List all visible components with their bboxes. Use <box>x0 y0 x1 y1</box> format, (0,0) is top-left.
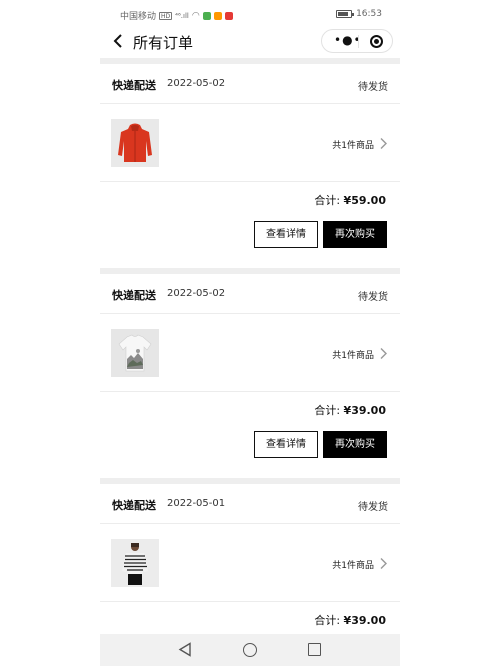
delivery-method: 快递配送 <box>112 499 156 512</box>
home-circle-icon[interactable] <box>243 643 257 657</box>
battery-icon <box>336 10 355 18</box>
white-tshirt-image <box>111 329 159 377</box>
item-count: 共1件商品 <box>332 141 374 151</box>
order-header: 快递配送 2022-05-02 待发货 <box>100 274 400 314</box>
hd-badge: HD <box>159 11 173 20</box>
app-screen: 中国移动 HD ⁴⁶.ıll ◠ 16:53 所有订单 •●• 快递配送 202… <box>100 0 400 666</box>
page-title: 所有订单 <box>133 34 194 52</box>
order-header: 快递配送 2022-05-01 待发货 <box>100 484 400 524</box>
carrier-label: 中国移动 <box>120 12 157 22</box>
total-label: 合计: <box>314 614 341 627</box>
total-label: 合计: <box>314 404 341 417</box>
order-status: 待发货 <box>358 82 388 93</box>
notification-app-icon <box>202 11 211 20</box>
notification-app-icon <box>224 11 233 20</box>
product-thumbnail[interactable] <box>111 539 159 587</box>
delivery-method: 快递配送 <box>112 79 156 92</box>
product-thumbnail[interactable] <box>111 329 159 377</box>
total-amount: ¥59.00 <box>343 194 386 207</box>
order-goods-row[interactable]: 共1件商品 <box>100 104 400 182</box>
item-count: 共1件商品 <box>332 351 374 361</box>
clock: 16:53 <box>356 9 382 19</box>
order-date: 2022-05-02 <box>167 78 226 89</box>
product-thumbnail[interactable] <box>111 119 159 167</box>
order-header: 快递配送 2022-05-02 待发货 <box>100 64 400 104</box>
capsule-divider <box>358 35 359 48</box>
mini-program-capsule: •●• <box>321 29 393 53</box>
triangle-back-icon[interactable] <box>178 642 192 657</box>
order-card: 快递配送 2022-05-02 待发货 共1件商品 合计: ¥59.00 查看详… <box>100 64 400 268</box>
chevron-right-icon <box>380 348 387 359</box>
order-total: 合计: ¥39.00 <box>314 402 386 418</box>
order-goods-row[interactable]: 共1件商品 <box>100 314 400 392</box>
view-details-button[interactable]: 查看详情 <box>254 431 318 458</box>
buy-again-button[interactable]: 再次购买 <box>323 431 387 458</box>
navigation-bar: 所有订单 •●• <box>100 26 400 58</box>
total-amount: ¥39.00 <box>343 404 386 417</box>
total-label: 合计: <box>314 194 341 207</box>
order-status: 待发货 <box>358 292 388 303</box>
target-circle-icon[interactable] <box>370 35 383 48</box>
wifi-icon: ◠ <box>191 10 200 21</box>
order-date: 2022-05-01 <box>167 498 226 509</box>
order-total: 合计: ¥59.00 <box>314 192 386 208</box>
delivery-method: 快递配送 <box>112 289 156 302</box>
chevron-right-icon <box>380 138 387 149</box>
chevron-left-icon[interactable] <box>110 32 128 50</box>
total-amount: ¥39.00 <box>343 614 386 627</box>
notification-app-icon <box>213 11 222 20</box>
recent-apps-square-icon[interactable] <box>308 643 321 656</box>
system-navigation-bar <box>100 634 400 666</box>
striped-top-image <box>111 539 159 587</box>
item-count: 共1件商品 <box>332 561 374 571</box>
red-jacket-image <box>111 119 159 167</box>
order-total: 合计: ¥39.00 <box>314 612 386 628</box>
signal-icon: ⁴⁶.ıll <box>175 11 189 20</box>
view-details-button[interactable]: 查看详情 <box>254 221 318 248</box>
order-goods-row[interactable]: 共1件商品 <box>100 524 400 602</box>
chevron-right-icon <box>380 558 387 569</box>
order-status: 待发货 <box>358 502 388 513</box>
buy-again-button[interactable]: 再次购买 <box>323 221 387 248</box>
order-card: 快递配送 2022-05-02 待发货 共1件商品 合计: ¥39.00 查看详… <box>100 274 400 478</box>
order-date: 2022-05-02 <box>167 288 226 299</box>
